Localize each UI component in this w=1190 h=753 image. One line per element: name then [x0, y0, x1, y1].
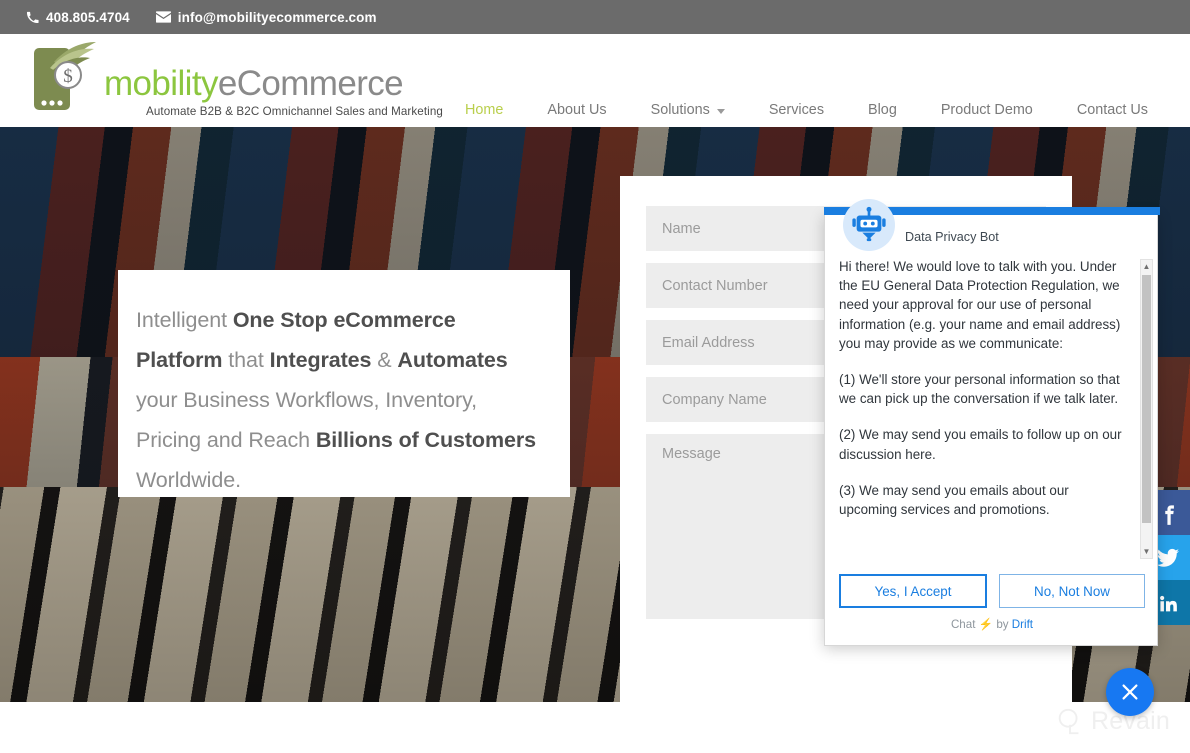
- chat-footer-attribution[interactable]: Chat ⚡ by Drift: [825, 617, 1159, 631]
- chat-paragraph-3: (3) We may send you emails about our upc…: [839, 482, 1069, 518]
- nav-item-product-demo[interactable]: Product Demo: [919, 102, 1055, 118]
- hero-line-5: Worldwide.: [136, 468, 241, 492]
- chat-paragraph-2: (2) We may send you emails to follow up …: [839, 427, 1122, 462]
- page-root: 408.805.4704 info@mobilityecommerce.com: [0, 0, 1190, 753]
- hero-line-1-bold: One Stop eCommerce: [232, 308, 456, 332]
- site-logo[interactable]: $ mobilityeCommerce Automate B2B & B2C O…: [30, 40, 443, 120]
- hero-line-2-bold-integrates: Integrates: [269, 348, 372, 372]
- chat-paragraph-intro: Hi there! We would love to talk with you…: [839, 259, 1121, 351]
- chat-footer-mid: by: [993, 618, 1012, 631]
- bot-name-label: Data Privacy Bot: [905, 230, 999, 244]
- logo-tagline: Automate B2B & B2C Omnichannel Sales and…: [146, 105, 443, 118]
- logo-mark-icon: $: [30, 40, 102, 120]
- phone-icon: [26, 11, 39, 24]
- scrollbar-thumb[interactable]: [1142, 275, 1151, 523]
- logo-text-mobility: mobility: [104, 64, 218, 103]
- nav-label-blog: Blog: [868, 102, 897, 118]
- nav-label-home: Home: [465, 102, 504, 118]
- nav-label-about-us: About Us: [547, 102, 607, 118]
- chat-message-body: Hi there! We would love to talk with you…: [839, 257, 1145, 560]
- nav-label-product-demo: Product Demo: [940, 102, 1033, 118]
- nav-item-contact-us[interactable]: Contact Us: [1055, 102, 1170, 118]
- hero-line-2-bold-platform: Platform: [136, 348, 223, 372]
- email-address: info@mobilityecommerce.com: [177, 9, 377, 25]
- chat-paragraph-1: (1) We'll store your personal informatio…: [839, 372, 1120, 407]
- lightning-bolt-icon: ⚡: [978, 618, 994, 631]
- svg-text:$: $: [63, 66, 73, 87]
- hero-line-2-plain-amp: &: [371, 348, 398, 372]
- email-contact[interactable]: info@mobilityecommerce.com: [155, 9, 377, 25]
- nav-item-solutions[interactable]: Solutions: [629, 102, 747, 118]
- nav-label-services: Services: [768, 102, 825, 118]
- utility-topbar: 408.805.4704 info@mobilityecommerce.com: [0, 0, 1190, 34]
- bot-avatar: [843, 199, 895, 251]
- drift-brand-link[interactable]: Drift: [1012, 618, 1033, 631]
- hero-line-4-plain: Pricing and Reach: [136, 428, 316, 452]
- main-navigation: Home About Us Solutions Services Blog Pr…: [443, 102, 1170, 118]
- hero-line-2-plain-that: that: [222, 348, 270, 372]
- decline-button[interactable]: No, Not Now: [999, 574, 1145, 608]
- hero-line-2-bold-automates: Automates: [397, 348, 508, 372]
- chevron-down-icon: [716, 108, 725, 114]
- hero-line-2: Platform that Integrates & Automates: [136, 340, 534, 380]
- drift-chat-widget: Data Privacy Bot Hi there! We would love…: [824, 199, 1160, 646]
- hero-line-1-plain: Intelligent: [136, 308, 233, 332]
- nav-label-contact-us: Contact Us: [1076, 102, 1148, 118]
- nav-item-services[interactable]: Services: [747, 102, 846, 118]
- hero-line-3: your Business Workflows, Inventory,: [136, 388, 478, 412]
- nav-item-about-us[interactable]: About Us: [525, 102, 628, 118]
- logo-wordmark: mobilityeCommerce Automate B2B & B2C Omn…: [104, 40, 443, 118]
- chat-footer-prefix: Chat: [950, 618, 979, 631]
- hero-line-4: Pricing and Reach Billions of Customers: [136, 420, 536, 460]
- nav-item-blog[interactable]: Blog: [846, 102, 919, 118]
- hero-line-4-bold: Billions of Customers: [315, 428, 536, 452]
- envelope-icon: [155, 11, 171, 23]
- hero-line-1: Intelligent One Stop eCommerce: [136, 300, 534, 340]
- accept-button[interactable]: Yes, I Accept: [839, 574, 987, 608]
- phone-number: 408.805.4704: [46, 9, 130, 25]
- scroll-up-arrow-icon[interactable]: ▲: [1141, 260, 1152, 273]
- nav-item-home[interactable]: Home: [443, 102, 525, 118]
- chat-scrollbar[interactable]: ▲ ▼: [1140, 259, 1153, 559]
- phone-contact[interactable]: 408.805.4704: [26, 10, 130, 25]
- hero-headline-card: Intelligent One Stop eCommerce Platform …: [118, 270, 570, 497]
- site-header: $ mobilityeCommerce Automate B2B & B2C O…: [0, 34, 1190, 127]
- logo-text-ecommerce: eCommerce: [217, 64, 404, 103]
- chat-close-button[interactable]: [1106, 668, 1154, 716]
- scroll-down-arrow-icon[interactable]: ▼: [1141, 545, 1152, 558]
- nav-label-solutions: Solutions: [650, 102, 710, 118]
- revain-logo-icon: [1058, 708, 1079, 735]
- revain-watermark: Revain: [1055, 706, 1170, 736]
- chat-action-buttons: Yes, I Accept No, Not Now: [839, 574, 1145, 608]
